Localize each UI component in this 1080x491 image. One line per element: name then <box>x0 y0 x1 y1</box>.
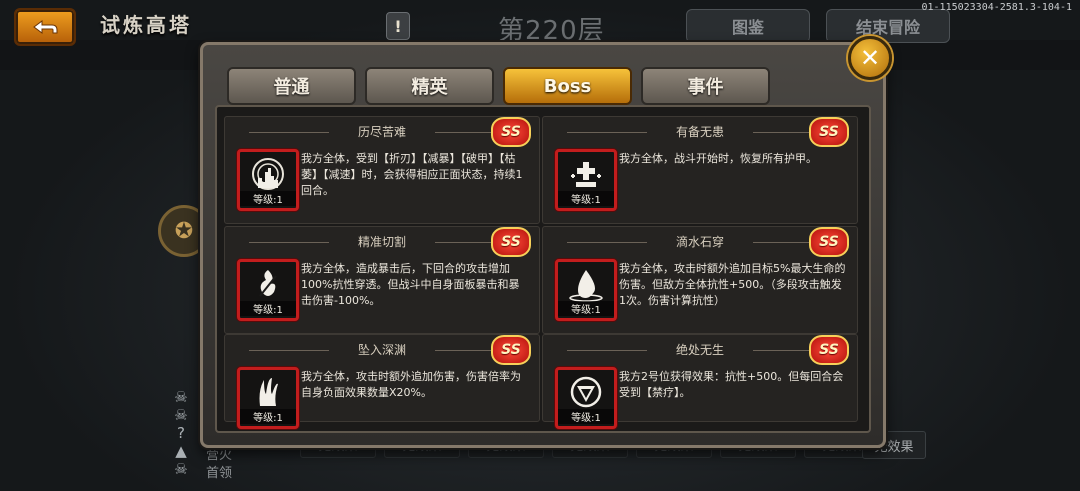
water-drop-icon: 等级:1 <box>555 259 617 321</box>
effect-card[interactable]: 历尽苦难 SS 等级:1 我方全体，受到【折刃】【减暴】【破甲】【枯萎】【减速】… <box>224 116 540 224</box>
tab-elite[interactable]: 精英 <box>365 67 494 105</box>
card-description: 我方全体，造成暴击后，下回合的攻击增加100%抗性穿透。但战斗中自身面板暴击和暴… <box>301 262 520 307</box>
card-description: 我方全体，受到【折刃】【减暴】【破甲】【枯萎】【减速】时，会获得相应正面状态，持… <box>301 152 523 197</box>
ss-rank-badge: SS <box>491 335 531 365</box>
close-icon: ✕ <box>859 44 881 72</box>
end-adventure-button[interactable]: 结束冒险 <box>826 9 950 43</box>
tab-boss[interactable]: Boss <box>503 67 632 105</box>
effect-card[interactable]: 滴水石穿 SS 等级:1 我方全体，攻击时额外追加目标5%最大生命的伤害。但敌方… <box>542 226 858 334</box>
codex-button[interactable]: 图鉴 <box>686 9 810 43</box>
effect-card[interactable]: 绝处无生 SS 等级:1 我方2号位获得效果：抗性+500。但每回合会受到【禁疗… <box>542 334 858 429</box>
card-description: 我方2号位获得效果：抗性+500。但每回合会受到【禁疗】。 <box>619 370 844 399</box>
boss-icon: ☠ <box>174 460 188 478</box>
tab-normal[interactable]: 普通 <box>227 67 356 105</box>
effect-card[interactable]: 坠入深渊 SS 等级:1 我方全体，攻击时额外追加伤害，伤害倍率为自身负面效果数… <box>224 334 540 429</box>
demon-icon: ☠ <box>174 406 188 424</box>
ss-rank-badge: SS <box>809 117 849 147</box>
effect-card[interactable]: 有备无患 SS 等级:1 我方全体，战斗开始时，恢复所有护甲。 <box>542 116 858 224</box>
skull-icon: ☠ <box>174 388 188 406</box>
ss-rank-badge: SS <box>491 227 531 257</box>
legend-boss-label: 首领 <box>206 466 233 481</box>
skyline-icon: 等级:1 <box>237 149 299 211</box>
level-label: 等级:1 <box>240 191 296 206</box>
effect-card[interactable]: 精准切割 SS 等级:1 我方全体，造成暴击后，下回合的攻击增加100%抗性穿透… <box>224 226 540 334</box>
question-icon: ? <box>177 424 185 442</box>
level-label: 等级:1 <box>240 301 296 316</box>
level-label: 等级:1 <box>558 409 614 424</box>
ss-rank-badge: SS <box>809 227 849 257</box>
campfire-icon: ▲ <box>175 442 187 460</box>
alert-icon[interactable]: ! <box>386 12 410 40</box>
tab-event[interactable]: 事件 <box>641 67 770 105</box>
level-label: 等级:1 <box>240 409 296 424</box>
card-description: 我方全体，攻击时额外追加目标5%最大生命的伤害。但敌方全体抗性+500。（多段攻… <box>619 262 846 307</box>
card-description: 我方全体，战斗开始时，恢复所有护甲。 <box>619 152 817 165</box>
ss-rank-badge: SS <box>809 335 849 365</box>
card-description: 我方全体，攻击时额外追加伤害，伤害倍率为自身负面效果数量X20%。 <box>301 370 521 399</box>
version-label: 01-115023304-2581.3-104-1 <box>921 2 1072 13</box>
abyss-hand-icon: 等级:1 <box>237 367 299 429</box>
back-arrow-icon <box>33 20 58 34</box>
heal-plus-icon: 等级:1 <box>555 149 617 211</box>
level-label: 等级:1 <box>558 191 614 206</box>
page-title: 试炼高塔 <box>100 13 192 37</box>
level-label: 等级:1 <box>558 301 614 316</box>
shield-down-icon: 等级:1 <box>555 367 617 429</box>
ss-rank-badge: SS <box>491 117 531 147</box>
close-button[interactable]: ✕ <box>848 36 892 80</box>
back-button[interactable] <box>14 8 76 46</box>
flame-blade-icon: 等级:1 <box>237 259 299 321</box>
